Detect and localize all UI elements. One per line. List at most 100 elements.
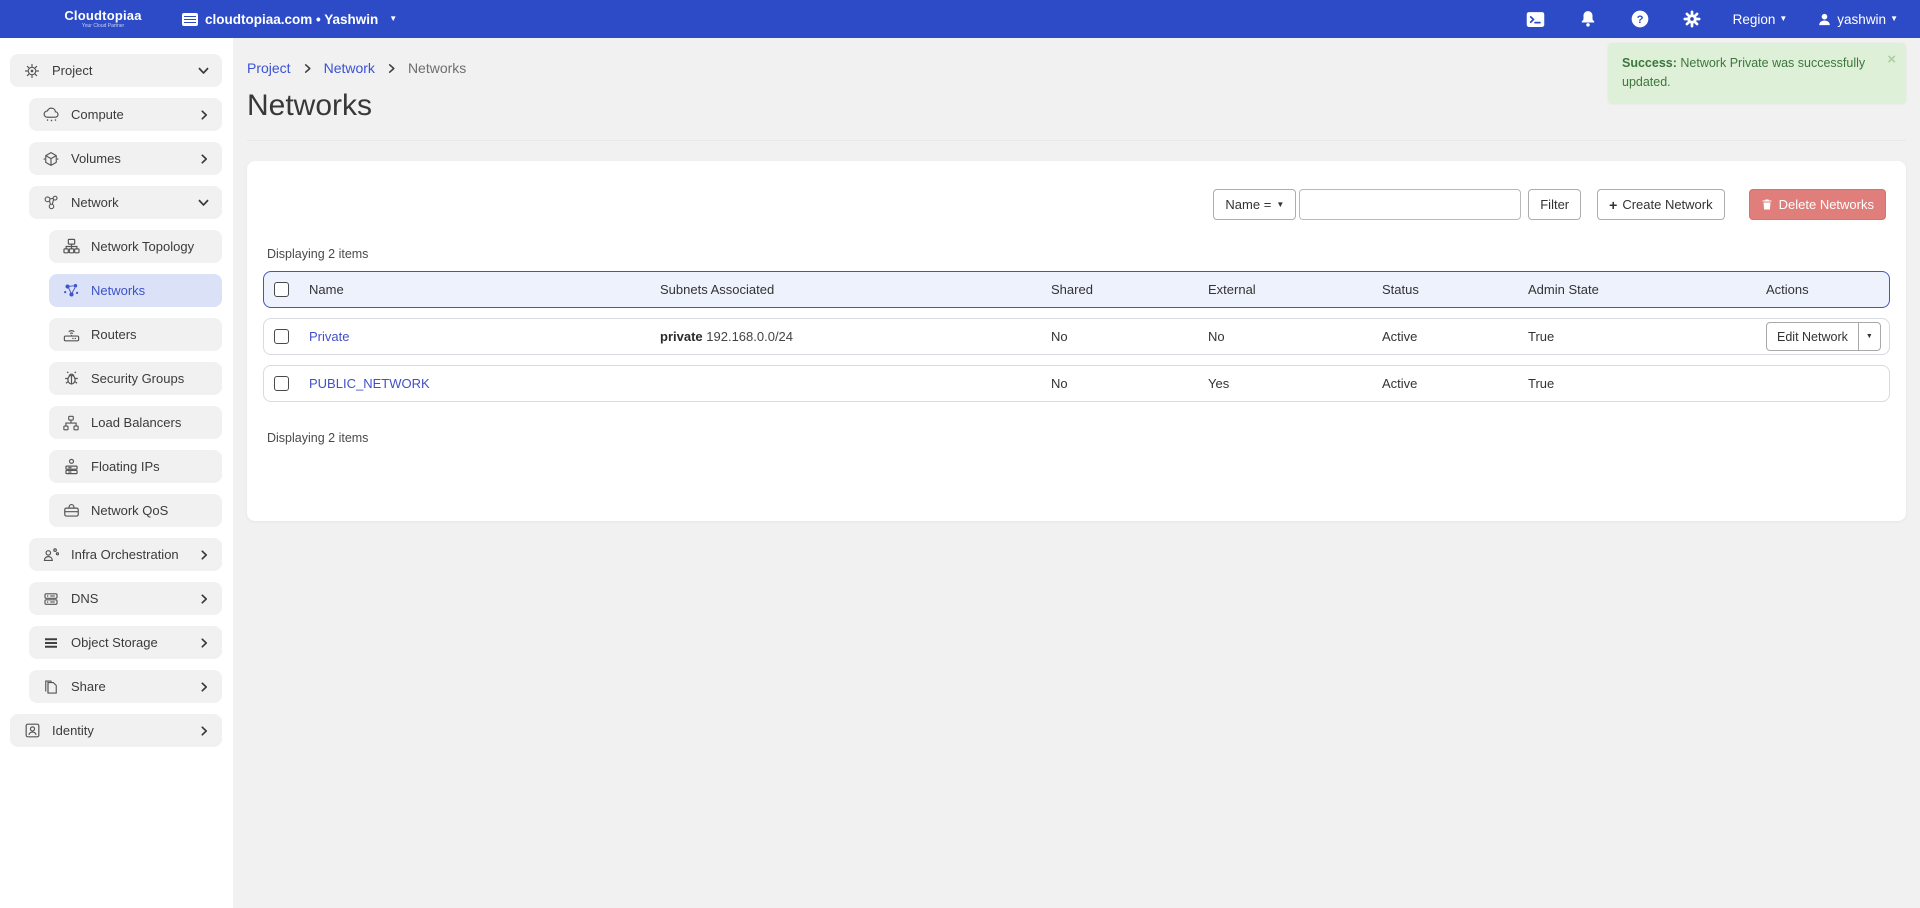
sidebar-item-project[interactable]: Project bbox=[10, 54, 222, 87]
sidebar-item-label: Share bbox=[71, 679, 106, 694]
sidebar-item-networks[interactable]: Networks bbox=[49, 274, 222, 307]
sidebar-item-label: Load Balancers bbox=[91, 415, 181, 430]
filter-field-dropdown[interactable]: Name = ▼ bbox=[1213, 189, 1296, 220]
chevron-down-icon: ▼ bbox=[1779, 14, 1787, 23]
filter-search-input[interactable] bbox=[1299, 189, 1521, 220]
chevron-down-icon: ▼ bbox=[389, 14, 397, 23]
items-count-bottom: Displaying 2 items bbox=[267, 431, 1906, 445]
sidebar-item-object-storage[interactable]: Object Storage bbox=[29, 626, 222, 659]
region-label: Region bbox=[1733, 12, 1776, 27]
region-dropdown[interactable]: Region ▼ bbox=[1733, 12, 1788, 27]
sidebar-item-floating-ips[interactable]: Floating IPs bbox=[49, 450, 222, 483]
sidebar-item-load-balancers[interactable]: Load Balancers bbox=[49, 406, 222, 439]
routers-icon bbox=[61, 325, 81, 345]
sidebar: Project Compute Volumes Network Network Topo… bbox=[0, 38, 233, 908]
close-icon[interactable]: × bbox=[1887, 52, 1896, 67]
filter-field-label: Name = bbox=[1225, 197, 1271, 212]
console-icon[interactable] bbox=[1525, 8, 1547, 30]
breadcrumb-project[interactable]: Project bbox=[247, 60, 291, 76]
column-header-actions: Actions bbox=[1766, 282, 1889, 297]
top-navbar: Cloudtopiaa Your Cloud Partner cloudtopi… bbox=[0, 0, 1920, 38]
row-checkbox[interactable] bbox=[274, 376, 289, 391]
project-icon bbox=[22, 61, 42, 81]
share-icon bbox=[41, 677, 61, 697]
column-header-subnets: Subnets Associated bbox=[660, 282, 1051, 297]
notifications-bell-icon[interactable] bbox=[1577, 8, 1599, 30]
trash-icon bbox=[1761, 198, 1773, 211]
brand-logo[interactable]: Cloudtopiaa Your Cloud Partner bbox=[28, 9, 178, 29]
sidebar-item-compute[interactable]: Compute bbox=[29, 98, 222, 131]
filter-button[interactable]: Filter bbox=[1528, 189, 1581, 220]
sidebar-item-label: Security Groups bbox=[91, 371, 184, 386]
sidebar-item-volumes[interactable]: Volumes bbox=[29, 142, 222, 175]
chevron-down-icon bbox=[197, 64, 210, 77]
breadcrumb-network[interactable]: Network bbox=[324, 60, 375, 76]
user-icon bbox=[1817, 12, 1832, 27]
delete-networks-button[interactable]: Delete Networks bbox=[1749, 189, 1886, 220]
sidebar-item-label: Identity bbox=[52, 723, 94, 738]
network-link[interactable]: PUBLIC_NETWORK bbox=[309, 376, 430, 391]
networks-table: Name Subnets Associated Shared External … bbox=[263, 271, 1890, 402]
chevron-right-icon bbox=[198, 725, 210, 737]
chevron-right-icon bbox=[198, 681, 210, 693]
select-all-checkbox[interactable] bbox=[274, 282, 289, 297]
column-header-name: Name bbox=[309, 282, 660, 297]
chevron-right-icon bbox=[198, 109, 210, 121]
external-value: Yes bbox=[1208, 376, 1382, 391]
sidebar-item-network-qos[interactable]: Network QoS bbox=[49, 494, 222, 527]
help-icon[interactable]: ? bbox=[1629, 8, 1651, 30]
volumes-icon bbox=[41, 149, 61, 169]
sidebar-item-label: Floating IPs bbox=[91, 459, 160, 474]
edit-network-button[interactable]: Edit Network bbox=[1767, 323, 1858, 350]
network-topology-icon bbox=[61, 237, 81, 257]
items-count-top: Displaying 2 items bbox=[267, 247, 1906, 261]
status-value: Active bbox=[1382, 329, 1528, 344]
sidebar-item-network[interactable]: Network bbox=[29, 186, 222, 219]
sidebar-item-label: Routers bbox=[91, 327, 137, 342]
chevron-down-icon bbox=[197, 196, 210, 209]
sidebar-item-label: Infra Orchestration bbox=[71, 547, 179, 562]
sidebar-item-label: Network bbox=[71, 195, 119, 210]
chevron-right-icon bbox=[302, 63, 313, 74]
sidebar-item-label: Compute bbox=[71, 107, 124, 122]
row-actions-dropdown[interactable]: ▼ bbox=[1858, 323, 1880, 350]
user-menu[interactable]: yashwin ▼ bbox=[1817, 12, 1898, 27]
row-checkbox[interactable] bbox=[274, 329, 289, 344]
sidebar-item-routers[interactable]: Routers bbox=[49, 318, 222, 351]
network-link[interactable]: Private bbox=[309, 329, 349, 344]
settings-gear-icon[interactable] bbox=[1681, 8, 1703, 30]
user-name-label: yashwin bbox=[1837, 12, 1886, 27]
subnet-cidr: 192.168.0.0/24 bbox=[706, 329, 793, 344]
network-icon bbox=[41, 193, 61, 213]
shared-value: No bbox=[1051, 329, 1208, 344]
sidebar-item-share[interactable]: Share bbox=[29, 670, 222, 703]
column-header-shared: Shared bbox=[1051, 282, 1208, 297]
shared-value: No bbox=[1051, 376, 1208, 391]
chevron-down-icon: ▼ bbox=[1890, 14, 1898, 23]
svg-text:?: ? bbox=[1636, 14, 1643, 26]
sidebar-item-label: DNS bbox=[71, 591, 98, 606]
table-header-row: Name Subnets Associated Shared External … bbox=[263, 271, 1890, 308]
brand-logo-text: Cloudtopiaa bbox=[28, 9, 178, 22]
dns-icon bbox=[41, 589, 61, 609]
sidebar-item-security-groups[interactable]: Security Groups bbox=[49, 362, 222, 395]
security-groups-icon bbox=[61, 369, 81, 389]
column-header-external: External bbox=[1208, 282, 1382, 297]
column-header-status: Status bbox=[1382, 282, 1528, 297]
create-network-button[interactable]: + Create Network bbox=[1597, 189, 1725, 220]
sidebar-item-infra-orchestration[interactable]: Infra Orchestration bbox=[29, 538, 222, 571]
sidebar-item-network-topology[interactable]: Network Topology bbox=[49, 230, 222, 263]
main-content: Success: Network Private was successfull… bbox=[233, 38, 1920, 908]
project-context-dropdown[interactable]: cloudtopiaa.com • Yashwin ▼ bbox=[182, 12, 397, 27]
sidebar-item-label: Network Topology bbox=[91, 239, 194, 254]
toast-title: Success: bbox=[1622, 56, 1677, 70]
sidebar-item-dns[interactable]: DNS bbox=[29, 582, 222, 615]
chevron-right-icon bbox=[198, 637, 210, 649]
infra-orchestration-icon bbox=[41, 545, 61, 565]
chevron-right-icon bbox=[198, 549, 210, 561]
sidebar-item-identity[interactable]: Identity bbox=[10, 714, 222, 747]
delete-networks-label: Delete Networks bbox=[1779, 197, 1874, 212]
status-value: Active bbox=[1382, 376, 1528, 391]
sidebar-item-label: Networks bbox=[91, 283, 145, 298]
subnet-name: private bbox=[660, 329, 703, 344]
